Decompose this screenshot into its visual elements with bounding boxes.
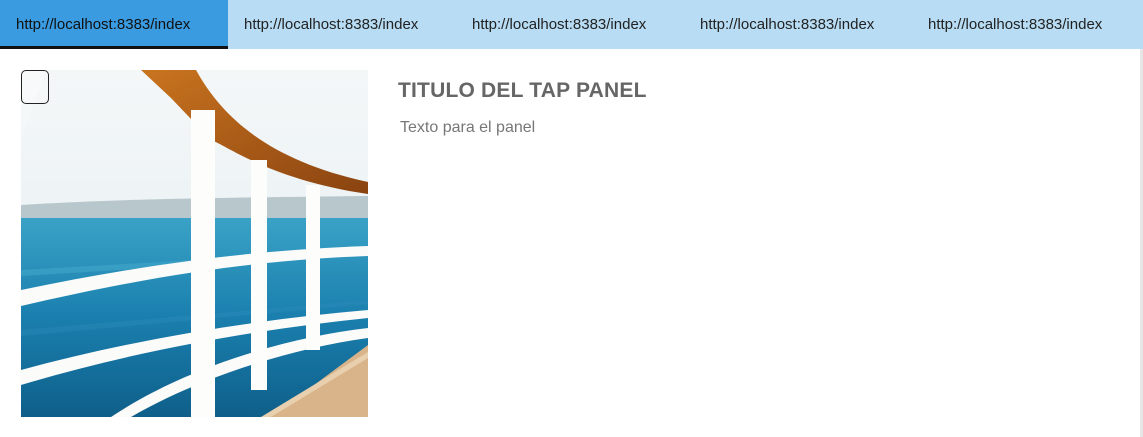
tab-panel: TITULO DEL TAP PANEL Texto para el panel	[0, 49, 1140, 437]
tab-2[interactable]: http://localhost:8383/index	[228, 0, 456, 46]
tab-1[interactable]: http://localhost:8383/index	[0, 0, 228, 49]
tab-4[interactable]: http://localhost:8383/index	[684, 0, 912, 46]
image-checkbox[interactable]	[21, 70, 49, 104]
tab-3[interactable]: http://localhost:8383/index	[456, 0, 684, 46]
tab-bar: http://localhost:8383/index http://local…	[0, 0, 1143, 49]
tab-5[interactable]: http://localhost:8383/index	[912, 0, 1140, 46]
panel-image	[21, 70, 368, 417]
panel-title: TITULO DEL TAP PANEL	[398, 79, 647, 102]
panel-text: Texto para el panel	[400, 119, 536, 136]
